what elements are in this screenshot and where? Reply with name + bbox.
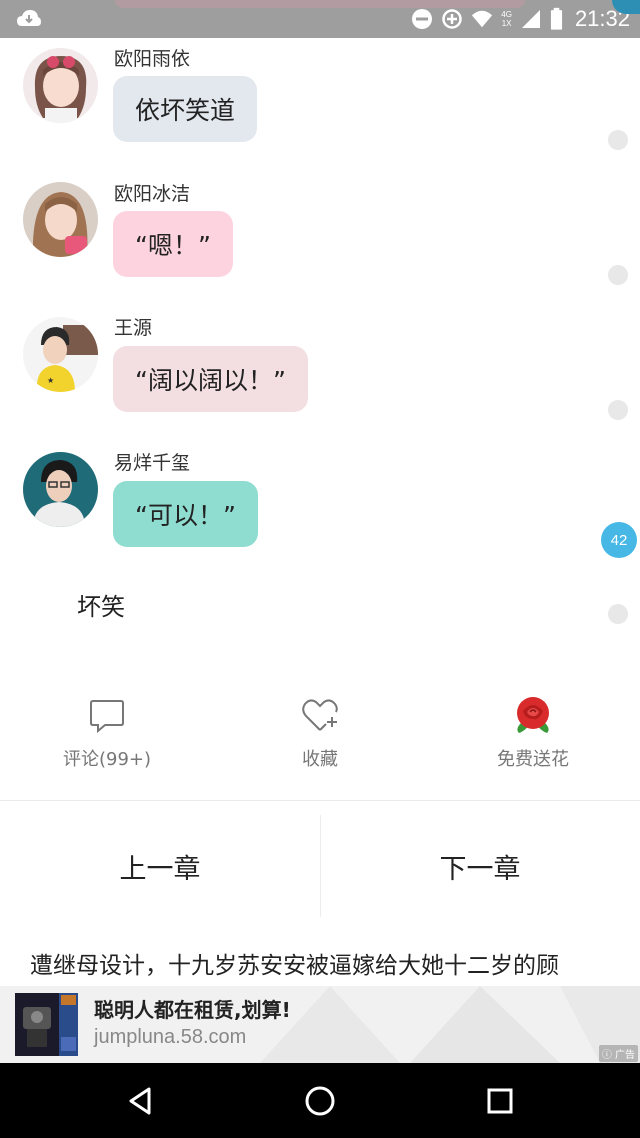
avatar[interactable] (23, 182, 98, 257)
battery-icon (550, 7, 563, 30)
sender-name: 易烊千玺 (114, 452, 191, 474)
heart-add-icon (302, 699, 338, 731)
divider (0, 800, 640, 801)
status-icons: 4G 1X 21:32 (411, 4, 630, 34)
network-4g-label: 4G (501, 10, 512, 19)
paragraph-comment-dot[interactable] (608, 130, 628, 150)
send-flower-button[interactable]: 免费送花 (453, 688, 613, 778)
avatar-image: ★ (23, 317, 98, 392)
paragraph-comment-dot[interactable] (608, 604, 628, 624)
send-flower-label: 免费送花 (497, 749, 569, 770)
avatar[interactable] (23, 452, 98, 527)
chapter-navigation: 上一章 下一章 (0, 815, 640, 917)
message-bubble[interactable]: “阔以阔以！” (113, 346, 308, 412)
cloud-download-icon (17, 10, 41, 26)
prev-chapter-button[interactable]: 上一章 (0, 815, 320, 917)
ad-tag: ⓘ 广告 (598, 1045, 638, 1062)
sender-name: 王源 (114, 317, 153, 339)
recents-icon[interactable] (480, 1081, 520, 1121)
avatar[interactable] (23, 48, 98, 123)
wifi-icon (472, 10, 493, 28)
avatar-image (23, 452, 98, 527)
status-bar: 4G 1X 21:32 (0, 0, 640, 38)
paragraph-comment-count-badge[interactable]: 42 (601, 522, 637, 558)
ad-url: jumpluna.58.com (94, 1026, 247, 1048)
screen: 4G 1X 21:32 欧阳雨依 依坏笑道 欧阳冰洁 “嗯！” ★ 王源 “阔以… (0, 0, 640, 1138)
avatar[interactable]: ★ (23, 317, 98, 392)
rose-icon (517, 697, 549, 733)
favorite-button[interactable]: 收藏 (240, 688, 400, 778)
do-not-disturb-icon (412, 9, 433, 29)
ad-banner[interactable]: 聪明人都在租赁,划算! jumpluna.58.com ⓘ 广告 (0, 986, 640, 1063)
signal-icon (521, 10, 540, 28)
message-bubble[interactable]: 依坏笑道 (113, 76, 258, 142)
favorite-label: 收藏 (302, 749, 338, 770)
ad-image (15, 993, 78, 1056)
paragraph-comment-dot[interactable] (608, 400, 628, 420)
message-bubble[interactable]: “嗯！” (113, 211, 233, 277)
comment-button[interactable]: 评论(99+) (27, 688, 187, 778)
network-1x-label: 1X (501, 19, 512, 28)
message-bubble[interactable]: “可以！” (113, 481, 258, 547)
avatar-image (23, 48, 98, 123)
next-chapter-button[interactable]: 下一章 (320, 815, 640, 917)
narration-text: 坏笑 (77, 593, 125, 621)
network-type: 4G 1X (501, 10, 512, 28)
data-saver-icon (442, 9, 463, 29)
avatar-image (23, 182, 98, 257)
comment-label: 评论(99+) (62, 749, 152, 770)
system-navigation-bar (0, 1063, 640, 1138)
home-icon[interactable] (300, 1081, 340, 1121)
back-icon[interactable] (120, 1081, 160, 1121)
ad-tag-label: 广告 (615, 1050, 635, 1061)
sender-name: 欧阳雨依 (114, 48, 191, 70)
action-bar: 评论(99+) 收藏 免费送花 (0, 688, 640, 778)
paragraph-comment-dot[interactable] (608, 265, 628, 285)
recommended-book-synopsis[interactable]: 遭继母设计，十九岁苏安安被逼嫁给大她十二岁的顾 (30, 946, 630, 980)
ad-title: 聪明人都在租赁,划算! (94, 998, 291, 1022)
sender-name: 欧阳冰洁 (114, 183, 191, 205)
svg-text:★: ★ (47, 376, 54, 385)
comment-icon (90, 700, 124, 734)
